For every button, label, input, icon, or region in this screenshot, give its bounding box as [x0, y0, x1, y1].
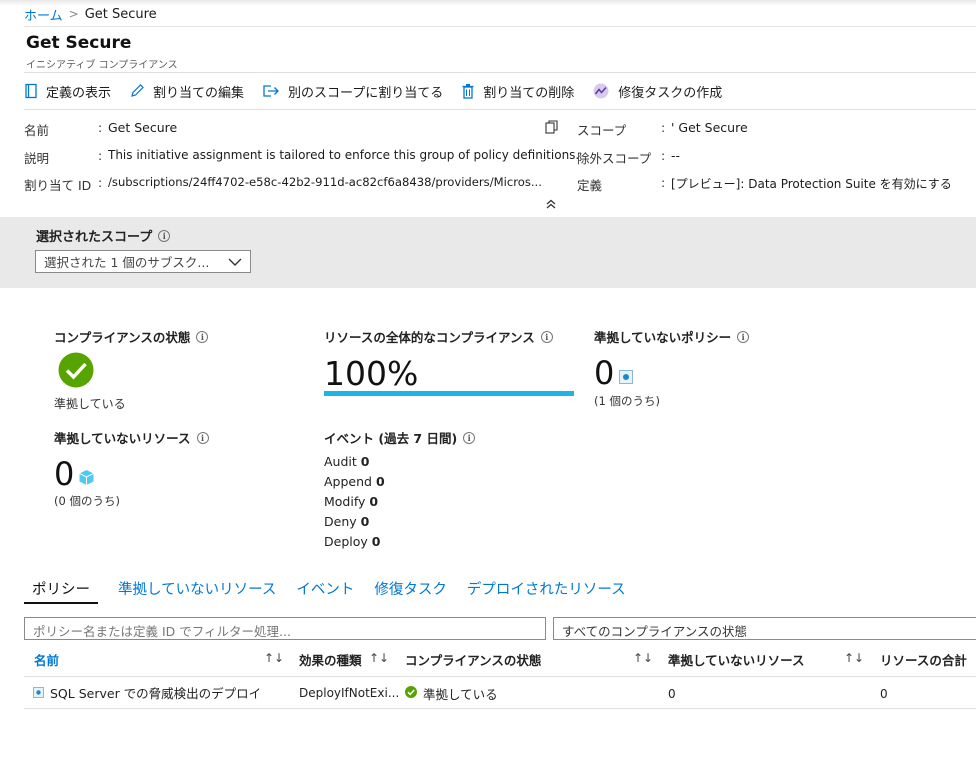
info-icon[interactable]: i: [463, 431, 476, 444]
essentials-name: 名前 : Get Secure: [24, 120, 178, 138]
sort-icon[interactable]: ↑↓: [264, 651, 284, 665]
chevron-double-up-icon[interactable]: [545, 198, 557, 210]
info-icon[interactable]: i: [158, 229, 171, 242]
selected-scope-heading: 選択されたスコープ i: [36, 226, 171, 245]
column-header-noncompliant[interactable]: 準拠していないリソース: [668, 650, 805, 669]
noncompliant-resources-sub: (0 個のうち): [54, 494, 120, 508]
noncompliant-resources-value: 0: [54, 455, 75, 493]
policy-icon: [619, 370, 633, 384]
noncompliant-policies-value: 0: [594, 354, 615, 392]
essentials-scope: スコープ : ' Get Secure: [577, 120, 748, 138]
scope-dropdown[interactable]: 選択された 1 個のサブスク...: [35, 250, 251, 273]
view-definition-button[interactable]: 定義の表示: [24, 82, 111, 101]
divider: [24, 26, 976, 27]
noncompliant-resources-heading: 準拠していないリソース i: [54, 428, 209, 447]
info-icon[interactable]: i: [196, 330, 209, 343]
event-audit: Audit 0: [324, 454, 370, 469]
events-heading: イベント (過去 7 日間) i: [324, 428, 476, 447]
breadcrumb: ホーム > Get Secure: [24, 5, 157, 24]
chevron-right-icon: >: [68, 7, 79, 21]
tab-noncompliant-resources[interactable]: 準拠していないリソース: [118, 578, 276, 604]
info-icon[interactable]: i: [196, 431, 209, 444]
info-icon[interactable]: i: [737, 330, 750, 343]
divider: [24, 708, 976, 709]
essentials-definition: 定義 : [プレビュー]: Data Protection Suite を有効に…: [577, 175, 952, 193]
column-header-effect[interactable]: 効果の種類: [299, 650, 362, 669]
view-definition-label: 定義の表示: [46, 85, 112, 101]
column-header-name[interactable]: 名前: [34, 650, 59, 669]
overall-compliance-heading: リソースの全体的なコンプライアンス i: [324, 327, 553, 346]
assign-other-scope-button[interactable]: 別のスコープに割り当てる: [262, 82, 443, 101]
compliance-state-value: 準拠している: [54, 397, 126, 411]
event-deploy: Deploy 0: [324, 534, 381, 549]
compliance-state-heading: コンプライアンスの状態 i: [54, 327, 209, 346]
page-title: Get Secure: [26, 33, 132, 53]
scope-dropdown-value: 選択された 1 個のサブスク...: [44, 255, 210, 270]
sort-icon[interactable]: ↑↓: [844, 651, 864, 665]
noncompliant-policies-sub: (1 個のうち): [594, 394, 660, 408]
create-remediation-button[interactable]: 修復タスクの作成: [592, 82, 722, 101]
divider: [24, 676, 976, 677]
edit-assignment-button[interactable]: 割り当ての編集: [129, 82, 244, 101]
edit-assignment-label: 割り当ての編集: [153, 85, 245, 101]
trash-icon: [462, 84, 474, 99]
document-icon: [25, 83, 37, 99]
tab-remediation[interactable]: 修復タスク: [374, 578, 447, 604]
command-bar: 定義の表示 割り当ての編集 別のスコープに割り当てる 割り当ての削除 修復タスク…: [24, 80, 740, 102]
tab-policies[interactable]: ポリシー: [24, 578, 98, 604]
check-circle-icon: [58, 352, 94, 388]
chevron-down-icon: [228, 258, 242, 266]
delete-assignment-button[interactable]: 割り当ての削除: [461, 82, 574, 101]
policy-name-link[interactable]: SQL Server での脅威検出のデプロイ: [50, 683, 261, 702]
events-list: Audit 0 Append 0 Modify 0 Deny 0 Deploy …: [324, 452, 385, 552]
assign-other-scope-label: 別のスコープに割り当てる: [288, 85, 444, 101]
compliance-state: 準拠している: [423, 687, 498, 702]
copy-icon[interactable]: [545, 120, 559, 134]
compliance-progress-bar: [324, 391, 574, 396]
sort-icon[interactable]: ↑↓: [633, 651, 653, 665]
cube-icon: [79, 470, 94, 485]
divider: [24, 72, 976, 73]
noncompliant-policies-heading: 準拠していないポリシー i: [594, 327, 750, 346]
pencil-icon: [131, 84, 144, 97]
event-append: Append 0: [324, 474, 385, 489]
tab-events[interactable]: イベント: [296, 578, 354, 604]
compliance-state-select-value: すべてのコンプライアンスの状態: [562, 624, 748, 639]
info-icon[interactable]: i: [540, 330, 553, 343]
column-header-total[interactable]: リソースの合計: [880, 650, 967, 669]
overall-compliance-value: 100%: [324, 354, 419, 393]
policy-icon: [33, 687, 44, 698]
essentials-assignment-id: 割り当て ID : /subscriptions/24ff4702-e58c-4…: [24, 175, 542, 193]
compliance-state-select[interactable]: すべてのコンプライアンスの状態: [553, 617, 976, 640]
divider: [24, 109, 976, 110]
column-header-compliance[interactable]: コンプライアンスの状態: [405, 650, 541, 669]
sort-icon[interactable]: ↑↓: [369, 651, 389, 665]
effect-type: DeployIfNotExi...: [299, 686, 400, 700]
excluded-scopes-link[interactable]: --: [671, 148, 680, 164]
tab-bar: ポリシー 準拠していないリソース イベント 修復タスク デプロイされたリソース: [24, 578, 646, 604]
essentials-excluded-scopes: 除外スコープ : --: [577, 148, 681, 166]
noncompliant-count: 0: [668, 687, 676, 701]
export-icon: [263, 85, 279, 97]
page-subtitle: イニシアティブ コンプライアンス: [26, 60, 178, 71]
essentials-description: 説明 : This initiative assignment is tailo…: [24, 148, 580, 166]
filter-input[interactable]: ポリシー名または定義 ID でフィルター処理...: [24, 617, 546, 640]
delete-assignment-label: 割り当ての削除: [483, 85, 575, 101]
total-count: 0: [880, 687, 888, 701]
remediation-icon: [593, 83, 609, 99]
event-deny: Deny 0: [324, 514, 370, 529]
breadcrumb-current: Get Secure: [84, 6, 157, 22]
tab-deployed-resources[interactable]: デプロイされたリソース: [467, 578, 626, 604]
event-modify: Modify 0: [324, 494, 379, 509]
breadcrumb-home[interactable]: ホーム: [24, 5, 63, 24]
create-remediation-label: 修復タスクの作成: [618, 85, 723, 101]
check-circle-icon: [405, 686, 417, 698]
filter-placeholder: ポリシー名または定義 ID でフィルター処理...: [33, 624, 291, 639]
